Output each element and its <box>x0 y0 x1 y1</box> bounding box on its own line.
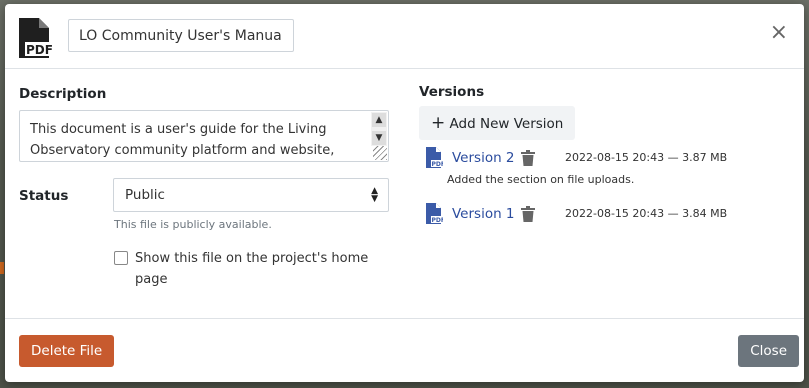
delete-file-button[interactable]: Delete File <box>19 335 115 367</box>
textarea-scrollbar[interactable]: ▲ ▼ <box>371 112 387 146</box>
modal-header: PDF × <box>5 4 804 69</box>
add-new-version-button[interactable]: + Add New Version <box>419 106 576 140</box>
version-meta: 2022-08-15 20:43 — 3.84 MB <box>565 207 728 220</box>
svg-text:PDF: PDF <box>26 43 53 57</box>
close-button[interactable]: Close <box>738 335 799 367</box>
modal-footer: Delete File Close <box>5 318 804 382</box>
version-link[interactable]: Version 2 <box>452 150 515 166</box>
version-note: Added the section on file uploads. <box>447 173 635 186</box>
versions-heading: Versions <box>419 84 485 100</box>
file-edit-modal: PDF × Description This document is a use… <box>5 4 804 382</box>
version-meta: 2022-08-15 20:43 — 3.87 MB <box>565 151 728 164</box>
description-text: This document is a user's guide for the … <box>30 122 335 158</box>
resize-handle-icon[interactable] <box>373 146 387 160</box>
svg-text:PDF: PDF <box>432 161 444 168</box>
pdf-version-icon: PDF <box>426 203 444 224</box>
background-accent <box>0 262 4 274</box>
close-icon[interactable]: × <box>770 22 788 44</box>
add-new-version-label: Add New Version <box>449 116 564 132</box>
home-page-checkbox-label[interactable]: Show this file on the project's home pag… <box>135 248 385 290</box>
scroll-up-icon[interactable]: ▲ <box>372 113 386 127</box>
version-link[interactable]: Version 1 <box>452 206 515 222</box>
status-selected-value: Public <box>125 187 165 203</box>
status-select[interactable]: Public ▲ ▼ <box>113 178 389 212</box>
description-label: Description <box>19 86 107 102</box>
pdf-file-icon: PDF <box>19 18 55 58</box>
pdf-version-icon: PDF <box>426 147 444 168</box>
trash-icon[interactable] <box>521 206 535 222</box>
select-arrows-icon: ▲ ▼ <box>371 186 378 204</box>
file-title-input[interactable] <box>68 19 294 52</box>
home-page-checkbox[interactable] <box>114 251 128 265</box>
plus-icon: + <box>431 113 446 133</box>
scroll-down-icon[interactable]: ▼ <box>372 131 386 145</box>
status-help-text: This file is publicly available. <box>114 218 272 231</box>
trash-icon[interactable] <box>521 150 535 166</box>
svg-text:PDF: PDF <box>432 217 444 224</box>
status-label: Status <box>19 188 69 204</box>
description-textarea[interactable]: This document is a user's guide for the … <box>19 110 389 162</box>
